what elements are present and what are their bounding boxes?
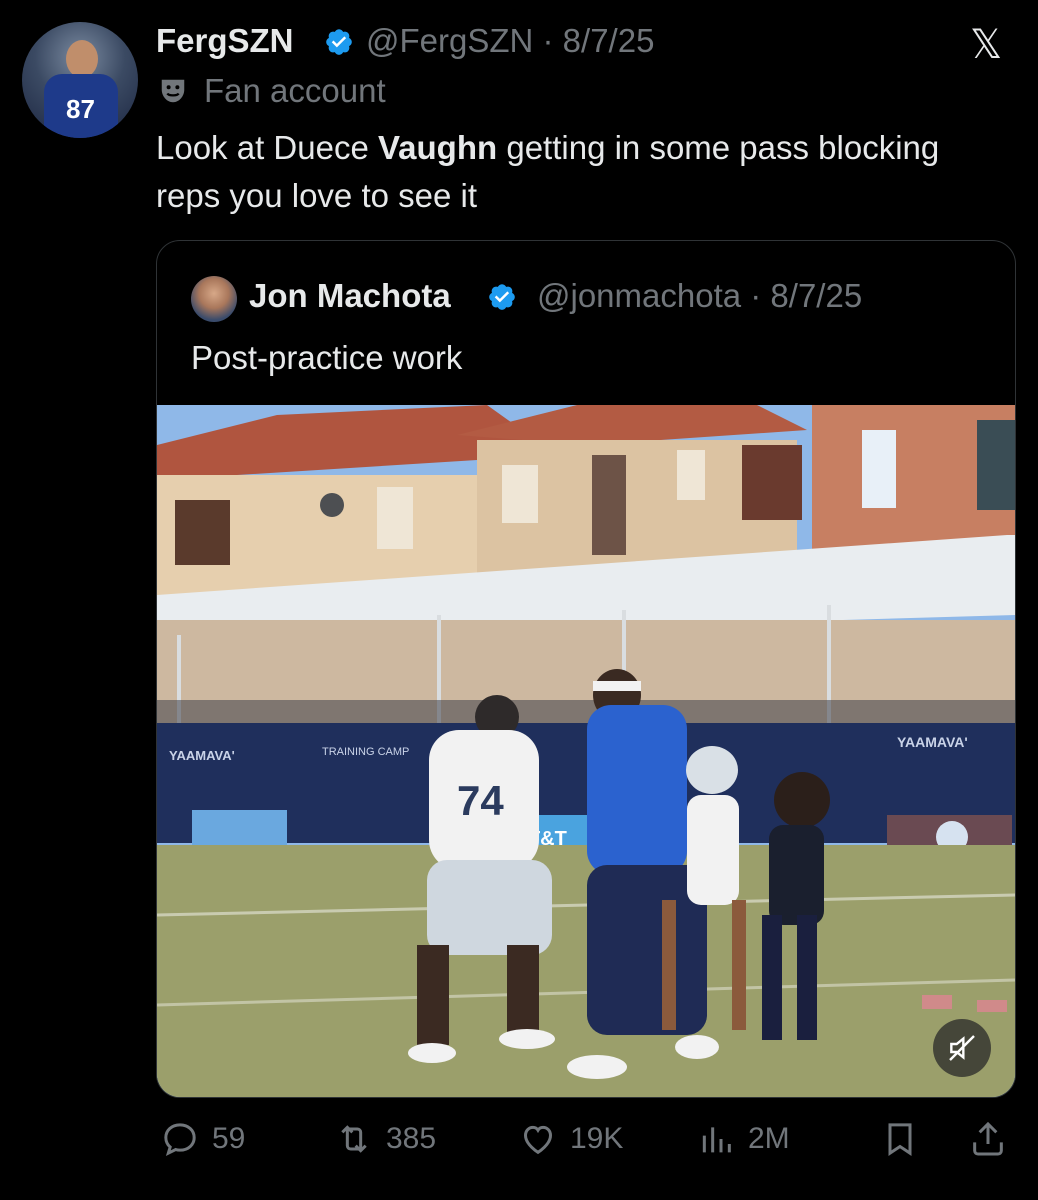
- theater-masks-icon: [161, 79, 185, 103]
- avatar-head: [66, 40, 98, 78]
- author-avatar[interactable]: 87: [22, 22, 138, 138]
- share-icon: [973, 1121, 1003, 1156]
- avatar-jersey-number: 87: [66, 94, 95, 124]
- jersey-number: 74: [457, 777, 504, 824]
- quoted-author-handle-date[interactable]: @jonmachota · 8/7/25: [537, 277, 862, 315]
- tweet-text-part: Look at Duece: [156, 129, 378, 166]
- yaamava-sign: YAAMAVA': [169, 748, 235, 763]
- video-player[interactable]: YAAMAVA' TRAINING CAMP YAAMAVA' AT&T 74: [157, 405, 1015, 1097]
- video-frame: YAAMAVA' TRAINING CAMP YAAMAVA' AT&T 74: [157, 405, 1015, 1097]
- quoted-tweet-text: Post-practice work: [191, 339, 463, 376]
- reply-count: 59: [212, 1122, 246, 1155]
- fan-account-label: Fan account: [204, 72, 386, 109]
- mute-toggle-button[interactable]: [933, 1019, 991, 1077]
- views-button[interactable]: 2M: [696, 1114, 790, 1164]
- verified-badge-icon: [489, 284, 515, 310]
- like-count: 19K: [570, 1122, 624, 1155]
- x-logo-icon[interactable]: 𝕏: [970, 22, 1002, 68]
- quoted-author-avatar[interactable]: [191, 276, 237, 322]
- repost-button[interactable]: 385: [334, 1114, 436, 1164]
- share-button[interactable]: [968, 1114, 1008, 1164]
- training-camp-sign: TRAINING CAMP: [322, 746, 409, 758]
- yaamava-sign: YAAMAVA': [897, 734, 968, 750]
- tweet-text-bold[interactable]: Vaughn: [378, 129, 497, 166]
- bookmark-button[interactable]: [880, 1114, 920, 1164]
- muted-speaker-icon: [949, 1035, 975, 1061]
- reply-icon: [164, 1123, 196, 1157]
- author-name[interactable]: FergSZN: [156, 22, 294, 60]
- repost-count: 385: [386, 1122, 437, 1155]
- bookmark-icon: [888, 1123, 912, 1156]
- views-chart-icon: [702, 1127, 731, 1153]
- reply-button[interactable]: 59: [160, 1114, 245, 1164]
- view-count: 2M: [748, 1122, 790, 1155]
- verified-badge-icon: [326, 29, 352, 55]
- like-button[interactable]: 19K: [518, 1114, 623, 1164]
- tweet-action-bar: 59 385 19K 2M: [156, 1114, 1016, 1174]
- quoted-author-name[interactable]: Jon Machota: [249, 277, 451, 315]
- heart-icon: [523, 1125, 553, 1155]
- tweet-text: Look at Duece Vaughn getting in some pas…: [156, 124, 996, 220]
- repost-icon: [341, 1125, 367, 1153]
- quoted-tweet-card[interactable]: Jon Machota @jonmachota · 8/7/25 Post-pr…: [156, 240, 1016, 1098]
- author-handle-date[interactable]: @FergSZN · 8/7/25: [366, 22, 654, 60]
